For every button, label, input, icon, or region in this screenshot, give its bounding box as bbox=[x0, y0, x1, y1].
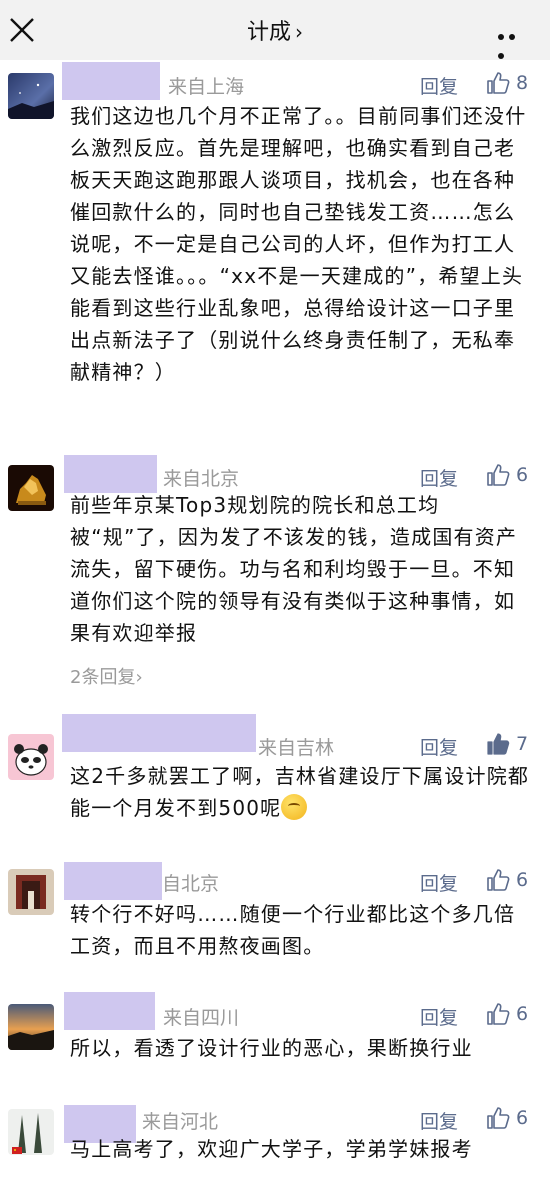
comment-item: 来自上海 回复 8 我们这边也几个月不正常了。。目前同事们还没什么激烈反应。首先… bbox=[0, 60, 550, 455]
username-redacted bbox=[62, 62, 160, 100]
top-bar: 计成 › bbox=[0, 0, 550, 60]
like-count: 8 bbox=[516, 72, 529, 94]
thumbs-up-icon[interactable] bbox=[486, 71, 510, 95]
comment-location: 来自上海 bbox=[168, 76, 245, 98]
chevron-right-icon: › bbox=[135, 667, 143, 688]
comment-text: 转个行不好吗……随便一个行业都比这个多几倍工资，而且不用熬夜画图。 bbox=[70, 902, 516, 958]
avatar[interactable] bbox=[8, 1109, 54, 1155]
comment-location: 来自四川 bbox=[163, 1007, 240, 1029]
reply-button[interactable]: 回复 bbox=[420, 1107, 458, 1134]
reply-button[interactable]: 回复 bbox=[420, 733, 458, 760]
thumbs-up-icon[interactable] bbox=[486, 1002, 510, 1026]
avatar[interactable] bbox=[8, 869, 54, 915]
avatar[interactable] bbox=[8, 73, 54, 119]
like-count: 6 bbox=[516, 869, 529, 891]
chevron-right-icon: › bbox=[295, 20, 303, 44]
username-redacted bbox=[64, 862, 162, 900]
page-title-text: 计成 bbox=[246, 20, 291, 45]
username-redacted bbox=[62, 714, 256, 752]
comment-text: 我们这边也几个月不正常了。。目前同事们还没什么激烈反应。首先是理解吧，也确实看到… bbox=[70, 104, 527, 384]
comment-text: 马上高考了，欢迎广大学子，学弟学妹报考 bbox=[70, 1137, 473, 1161]
like-count: 6 bbox=[516, 464, 529, 486]
reply-button[interactable]: 回复 bbox=[420, 72, 458, 99]
more-replies-link[interactable]: 2条回复› bbox=[70, 663, 143, 689]
reply-button[interactable]: 回复 bbox=[420, 464, 458, 491]
comment-location: 来自河北 bbox=[142, 1111, 219, 1133]
avatar[interactable] bbox=[8, 1004, 54, 1050]
comment-item: 来自河北 回复 6 马上高考了，欢迎广大学子，学弟学妹报考 bbox=[0, 1097, 550, 1188]
comment-item: 来自吉林 回复 7 这2千多就罢工了啊，吉林省建设厅下属设计院都能一个月发不到5… bbox=[0, 712, 550, 862]
like-count: 6 bbox=[516, 1003, 529, 1025]
thumbs-up-icon[interactable] bbox=[486, 463, 510, 487]
thumbs-up-filled-icon[interactable] bbox=[486, 732, 510, 756]
reply-button[interactable]: 回复 bbox=[420, 1003, 458, 1030]
like-count: 6 bbox=[516, 1107, 529, 1129]
comment-text: 这2千多就罢工了啊，吉林省建设厅下属设计院都能一个月发不到500呢 bbox=[70, 760, 535, 824]
thinking-emoji-icon bbox=[281, 794, 308, 820]
comment-item: 自北京 回复 6 转个行不好吗……随便一个行业都比这个多几倍工资，而且不用熬夜画… bbox=[0, 862, 550, 992]
like-count: 7 bbox=[516, 733, 529, 755]
thumbs-up-icon[interactable] bbox=[486, 1106, 510, 1130]
avatar[interactable] bbox=[8, 734, 54, 780]
username-redacted bbox=[64, 455, 157, 493]
thumbs-up-icon[interactable] bbox=[486, 868, 510, 892]
avatar[interactable] bbox=[8, 465, 54, 511]
more-dots-icon[interactable] bbox=[498, 25, 528, 59]
username-redacted bbox=[64, 992, 155, 1030]
comment-item: 来自四川 回复 6 所以，看透了设计行业的恶心，果断换行业 bbox=[0, 992, 550, 1097]
reply-button[interactable]: 回复 bbox=[420, 869, 458, 896]
comment-text: 前些年京某Top3规划院的院长和总工均被“规”了，因为发了不该发的钱，造成国有资… bbox=[70, 493, 518, 645]
page-title[interactable]: 计成 › bbox=[0, 14, 550, 46]
comment-item: 来自北京 回复 6 前些年京某Top3规划院的院长和总工均被“规”了，因为发了不… bbox=[0, 455, 550, 705]
more-replies-label: 2条回复 bbox=[70, 667, 136, 688]
comment-location: 自北京 bbox=[162, 873, 220, 895]
comment-text: 所以，看透了设计行业的恶心，果断换行业 bbox=[70, 1036, 473, 1060]
comment-location: 来自北京 bbox=[163, 468, 240, 490]
comment-location: 来自吉林 bbox=[258, 737, 335, 759]
